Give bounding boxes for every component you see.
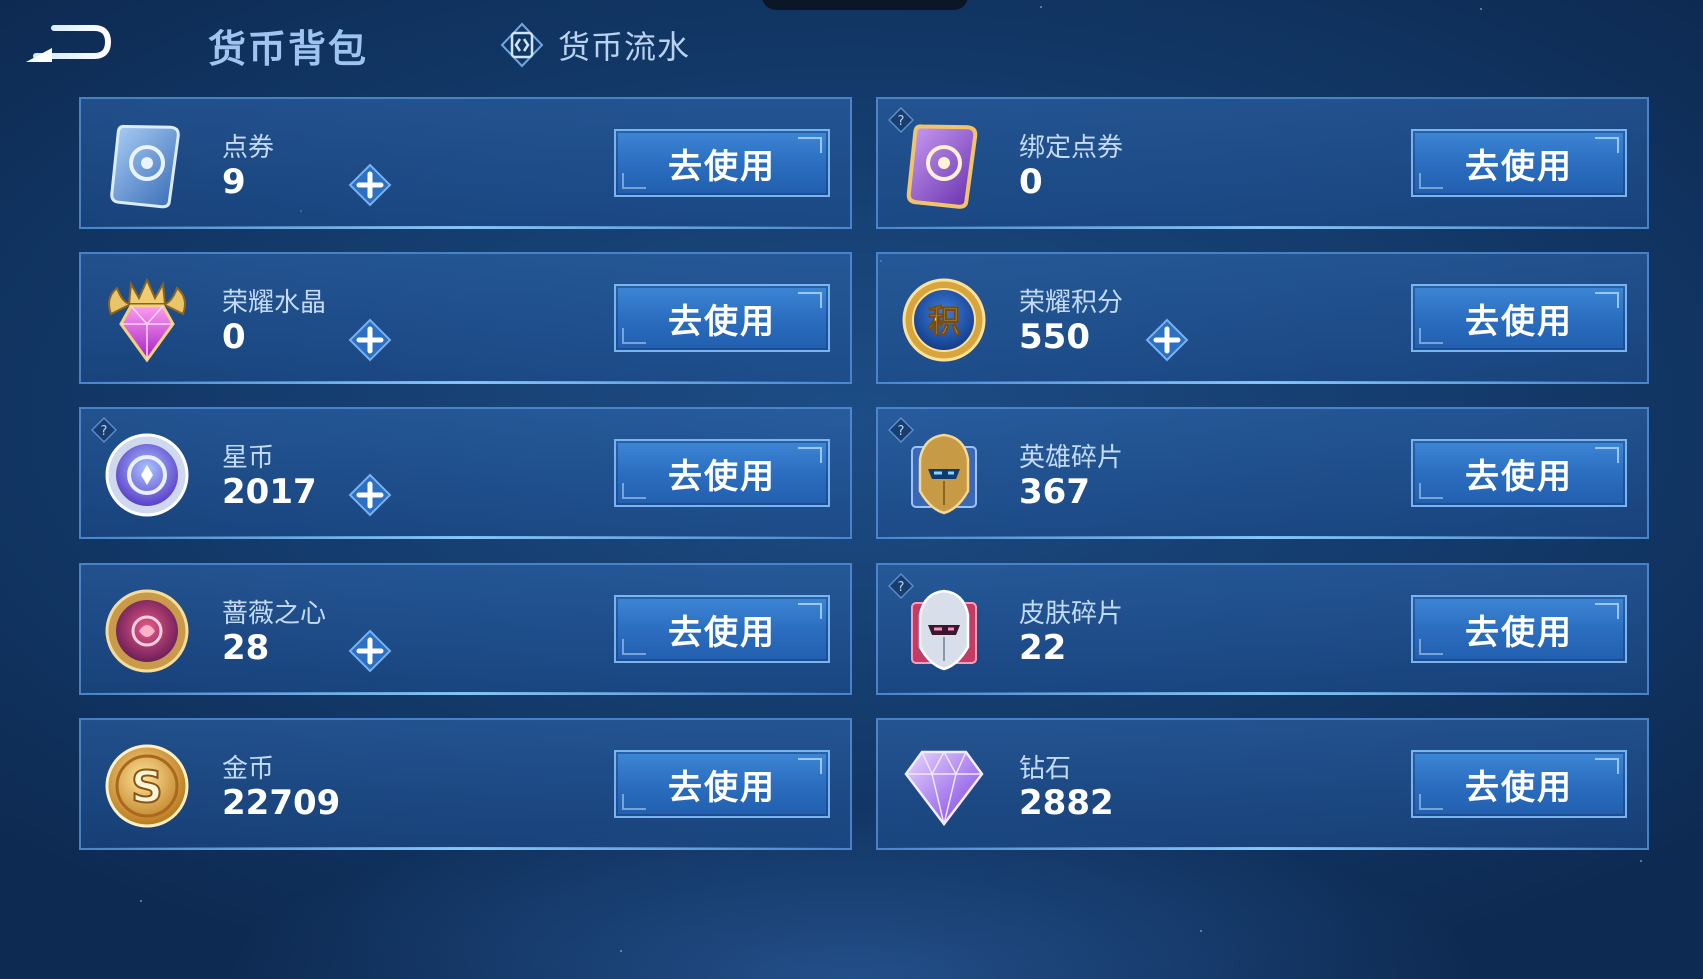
background-star [620,950,622,952]
background-star [1200,930,1202,932]
currency-name: 英雄碎片 [1019,443,1124,473]
currency-name: 点券 [222,133,275,163]
currency-card-gold-coin: S 金币 22709 去使用 [79,718,852,850]
currency-history-label: 货币流水 [558,28,691,66]
back-button[interactable] [22,22,112,68]
currency-card-glory-points: 积 荣耀积分 550 去使用 [876,252,1649,384]
currency-card-hero-fragment: ? 英雄碎片 367 去使用 [876,407,1649,539]
plus-icon [348,629,392,673]
use-coupon-button[interactable]: 去使用 [614,129,830,197]
currency-name: 荣耀水晶 [222,288,327,318]
currency-name: 荣耀积分 [1019,288,1124,318]
use-skin-fragment-button[interactable]: 去使用 [1411,595,1627,663]
currency-name: 绑定点券 [1019,133,1124,163]
use-glory-points-button[interactable]: 去使用 [1411,284,1627,352]
currency-card-coupon: 点券 9 去使用 [79,97,852,229]
skin-fragment-icon [898,585,990,677]
add-rose-heart-button[interactable] [346,627,394,675]
currency-history-icon [500,22,544,68]
background-star [1480,8,1482,10]
add-star-coin-button[interactable] [346,471,394,519]
currency-name: 钻石 [1019,754,1072,784]
use-hero-fragment-button[interactable]: 去使用 [1411,439,1627,507]
use-diamond-button[interactable]: 去使用 [1411,750,1627,818]
coupon-icon [101,119,193,211]
bound-coupon-icon [898,119,990,211]
currency-name: 蔷薇之心 [222,599,327,629]
currency-name: 金币 [222,754,275,784]
star-coin-icon [101,429,193,521]
background-star [140,900,142,902]
glory-points-icon: 积 [898,274,990,366]
back-arrow-icon [26,25,112,62]
plus-icon [1145,318,1189,362]
currency-value: 9 [222,162,246,202]
page-title: 货币背包 [208,27,369,71]
currency-value: 22709 [222,783,341,823]
plus-icon [348,473,392,517]
currency-card-star-coin: ? 星币 2017 去使用 [79,407,852,539]
currency-card-glory-crystal: 荣耀水晶 0 去使用 [79,252,852,384]
add-glory-points-button[interactable] [1143,316,1191,364]
currency-history-tab[interactable]: 货币流水 [498,20,690,70]
currency-value: 367 [1019,472,1090,512]
currency-value: 22 [1019,628,1067,668]
currency-card-bound-coupon: ? 绑定点券 0 去使用 [876,97,1649,229]
background-star [1040,6,1042,8]
use-glory-crystal-button[interactable]: 去使用 [614,284,830,352]
add-glory-crystal-button[interactable] [346,316,394,364]
currency-value: 550 [1019,317,1090,357]
currency-card-rose-heart: 蔷薇之心 28 去使用 [79,563,852,695]
currency-name: 皮肤碎片 [1019,599,1124,629]
currency-value: 28 [222,628,270,668]
currency-value: 0 [1019,162,1043,202]
points-glyph: 积 [928,302,960,340]
top-notch [762,0,968,10]
use-bound-coupon-button[interactable]: 去使用 [1411,129,1627,197]
currency-value: 0 [222,317,246,357]
diamond-icon [898,740,990,832]
background-star [1640,860,1642,862]
gold-coin-icon: S [101,740,193,832]
currency-card-skin-fragment: ? 皮肤碎片 22 去使用 [876,563,1649,695]
currency-name: 星币 [222,443,275,473]
currency-value: 2882 [1019,783,1114,823]
glory-crystal-icon [101,274,193,366]
plus-icon [348,318,392,362]
currency-value: 2017 [222,472,317,512]
currency-card-diamond: 钻石 2882 去使用 [876,718,1649,850]
add-coupon-button[interactable] [346,161,394,209]
rose-heart-icon [101,585,193,677]
use-gold-coin-button[interactable]: 去使用 [614,750,830,818]
use-rose-heart-button[interactable]: 去使用 [614,595,830,663]
hero-fragment-icon [898,429,990,521]
use-star-coin-button[interactable]: 去使用 [614,439,830,507]
svg-text:S: S [131,762,163,813]
plus-icon [348,163,392,207]
